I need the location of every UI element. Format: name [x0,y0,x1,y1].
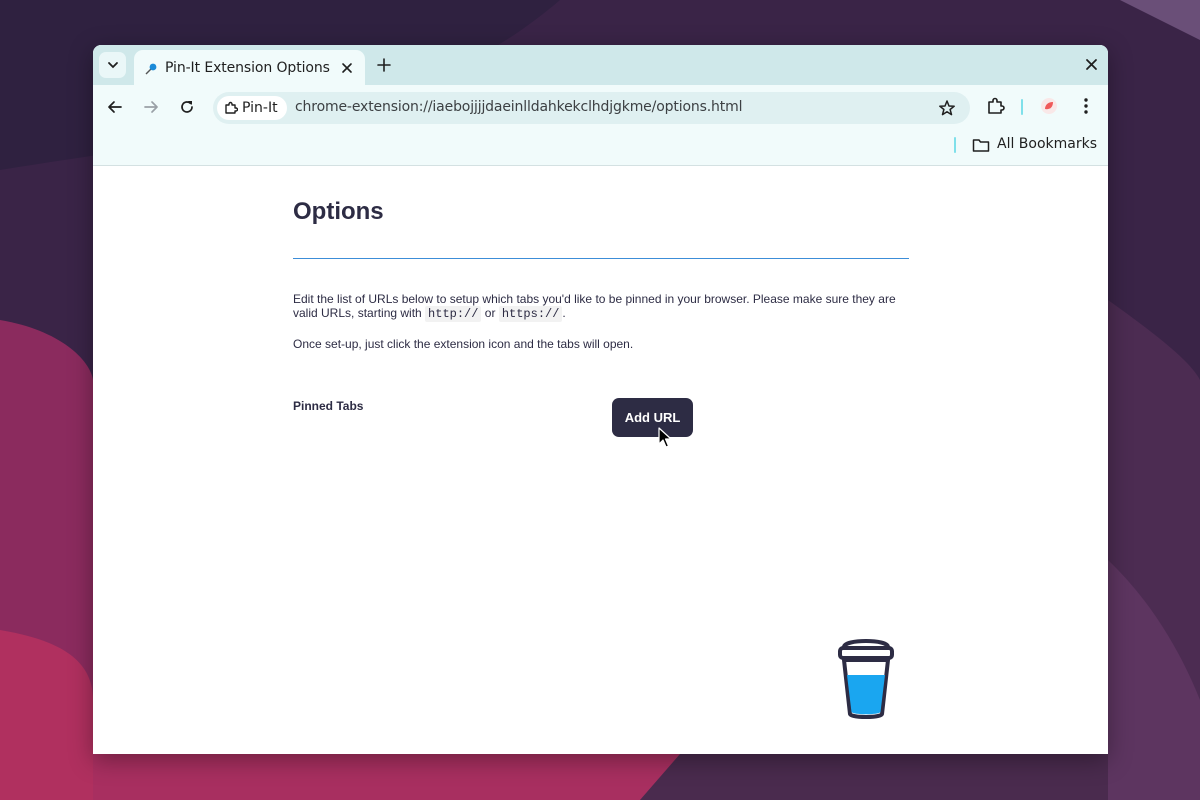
reload-icon[interactable] [179,99,195,115]
window-close-icon[interactable] [1085,58,1098,71]
pin-it-extension-icon[interactable] [1040,97,1058,115]
forward-arrow-icon[interactable] [143,99,159,115]
address-bar[interactable]: Pin-It chrome-extension://iaebojjjjdaein… [213,92,970,124]
pinned-tabs-label: Pinned Tabs [293,399,364,413]
bookmark-star-icon[interactable] [938,99,956,117]
toolbar-separator [1021,99,1023,115]
coffee-cup-icon[interactable] [836,635,896,721]
tab-strip: Pin-It Extension Options [93,45,1108,85]
bookmarks-separator [954,137,956,153]
tab-pin-it-options[interactable]: Pin-It Extension Options [134,50,365,85]
browser-window: Pin-It Extension Options Pin-It chrome-e… [93,45,1108,754]
extension-site-chip[interactable]: Pin-It [217,96,287,120]
setup-instructions: Once set-up, just click the extension ic… [293,337,634,351]
mouse-cursor-icon [658,427,672,448]
close-icon[interactable] [340,61,354,75]
options-page: Options Edit the list of URLs below to s… [93,167,1108,754]
puzzle-piece-icon [225,101,238,114]
extensions-puzzle-icon[interactable] [987,97,1005,115]
all-bookmarks-button[interactable]: All Bookmarks [997,136,1097,152]
tab-title: Pin-It Extension Options [165,60,330,76]
back-arrow-icon[interactable] [107,99,123,115]
intro-text-after: . [562,306,566,320]
https-code: https:// [498,306,563,322]
tab-search-button[interactable] [99,52,126,78]
intro-paragraph: Edit the list of URLs below to setup whi… [293,292,909,322]
intro-text-before: Edit the list of URLs below to setup whi… [293,292,896,320]
folder-icon[interactable] [972,137,990,153]
url-text: chrome-extension://iaebojjjjdaeinlldahke… [295,99,743,115]
intro-text-or: or [481,306,499,320]
page-title: Options [293,198,384,225]
title-divider [293,258,909,259]
add-url-button[interactable]: Add URL [612,398,693,437]
pin-icon [145,63,157,75]
site-chip-label: Pin-It [242,100,278,116]
http-code: http:// [425,306,482,322]
bookmarks-bar: All Bookmarks [93,129,1108,166]
browser-toolbar: Pin-It chrome-extension://iaebojjjjdaein… [93,85,1108,129]
kebab-menu-icon[interactable] [1078,97,1094,115]
chevron-down-icon [107,62,118,69]
new-tab-plus-icon[interactable] [376,57,392,73]
